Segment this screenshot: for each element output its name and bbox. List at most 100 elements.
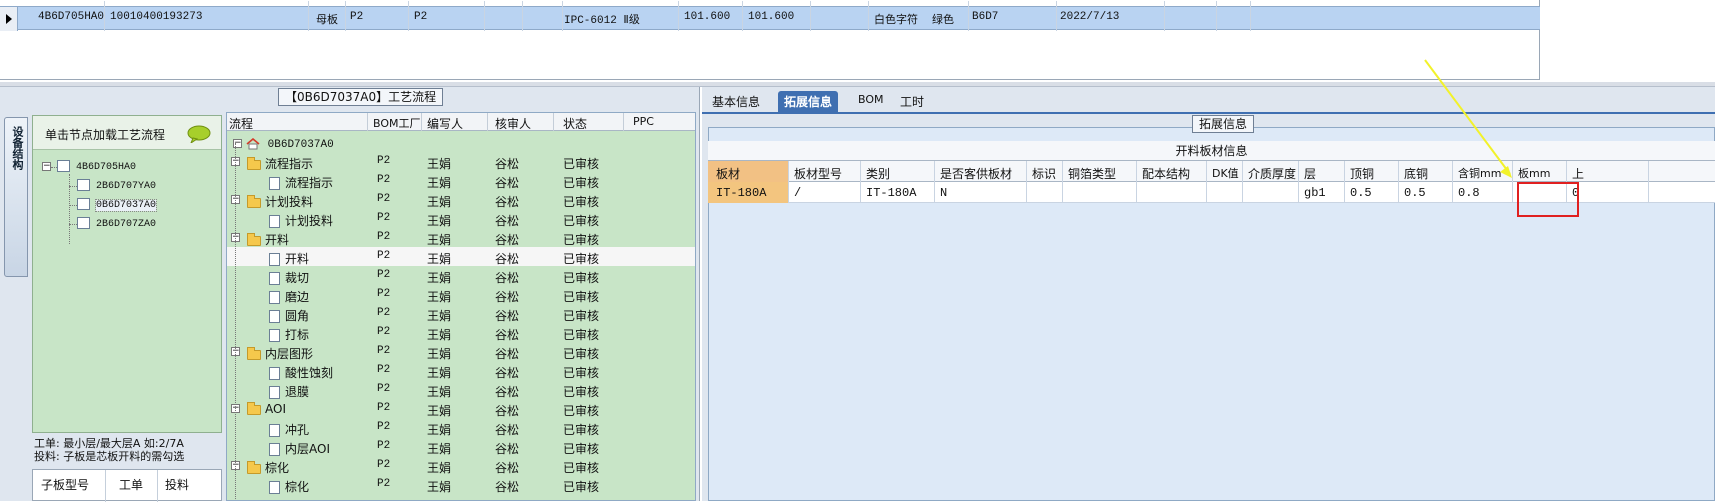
tab-bom[interactable]: BOM — [852, 91, 890, 113]
status-value: 已审核 — [563, 366, 600, 380]
material-info-caption: 开料板材信息 — [708, 141, 1715, 161]
note-line: 投料: 子板是芯板开料的需勾选 — [34, 450, 185, 463]
cell-date[interactable]: 2022/7/13 — [1060, 11, 1119, 27]
process-name: 退膜 — [269, 383, 309, 400]
cell-mask-color[interactable]: 绿色 — [932, 11, 954, 27]
tree-node-root[interactable]: 4B6D705HA0 — [57, 160, 136, 173]
process-name: 打标 — [269, 326, 309, 343]
status-value: 已审核 — [563, 195, 600, 209]
tree-collapse-icon[interactable]: − — [42, 162, 51, 171]
cell-code[interactable]: 10010400193273 — [110, 11, 202, 27]
cell-character-color[interactable]: 白色字符 — [874, 11, 918, 27]
cell-board-type[interactable]: 母板 — [316, 11, 338, 27]
reviewer-value: 谷松 — [495, 442, 520, 456]
tab-feeding[interactable]: 投料 — [165, 476, 189, 493]
process-name: − 内层图形 — [231, 346, 314, 361]
reviewer-value: 谷松 — [495, 347, 520, 361]
bom-factory-value: P2 — [377, 269, 391, 281]
status-value: 已审核 — [563, 328, 600, 342]
process-row[interactable]: 开料 P2 王娟 谷松 已审核 — [227, 247, 695, 266]
process-root-row[interactable]: − 0B6D7037A0 — [227, 133, 695, 152]
writer-value: 王娟 — [427, 442, 452, 456]
process-row[interactable]: 冲孔 P2 王娟 谷松 已审核 — [227, 418, 695, 437]
document-icon — [269, 367, 280, 380]
side-tab-structure[interactable]: 设备结构 — [4, 117, 28, 277]
cell-part-no[interactable]: 4B6D705HA0 — [38, 11, 104, 27]
process-row[interactable]: 内层AOI P2 王娟 谷松 已审核 — [227, 437, 695, 456]
process-flow-panel: 【0B6D7037A0】工艺流程 设备结构 单击节点加载工艺流程 − 4B6D7… — [0, 87, 700, 502]
bom-factory-value: P2 — [377, 383, 391, 395]
process-row[interactable]: 圆角 P2 王娟 谷松 已审核 — [227, 304, 695, 323]
col-flow[interactable]: 流程 — [229, 115, 253, 132]
document-icon — [269, 310, 280, 323]
cell-standard[interactable]: IPC-6012 Ⅱ级 — [564, 11, 640, 27]
col-ppc[interactable]: PPC — [633, 115, 654, 128]
root-node[interactable]: − 0B6D7037A0 — [233, 136, 334, 151]
folder-icon — [247, 232, 261, 246]
process-row[interactable]: − AOI P2 王娟 谷松 已审核 — [227, 399, 695, 418]
col-reviewer[interactable]: 核审人 — [495, 115, 531, 132]
document-icon — [269, 215, 280, 228]
detail-panel: 基本信息 拓展信息 BOM 工时 拓展信息 开料板材信息 板材 板材型号 类别 … — [702, 87, 1715, 501]
writer-value: 王娟 — [427, 271, 452, 285]
status-value: 已审核 — [563, 290, 600, 304]
cell-factory[interactable]: P2 — [350, 11, 363, 27]
process-name: 磨边 — [269, 288, 309, 305]
process-row[interactable]: − 内层图形 P2 王娟 谷松 已审核 — [227, 342, 695, 361]
cell-width[interactable]: 101.600 — [748, 11, 794, 27]
process-row[interactable]: − 流程指示 P2 王娟 谷松 已审核 — [227, 152, 695, 171]
writer-value: 王娟 — [427, 366, 452, 380]
status-value: 已审核 — [563, 214, 600, 228]
process-row[interactable]: 流程指示 P2 王娟 谷松 已审核 — [227, 171, 695, 191]
cell-bom[interactable]: P2 — [414, 11, 427, 27]
process-row[interactable]: − 开料 P2 王娟 谷松 已审核 — [227, 228, 695, 247]
cell-short-code[interactable]: B6D7 — [972, 11, 998, 27]
top-grid-selected-row[interactable]: 4B6D705HA0 10010400193273 母板 P2 P2 IPC-6… — [0, 1, 1540, 31]
speech-bubble-icon — [187, 125, 211, 143]
process-row[interactable]: − 计划投料 P2 王娟 谷松 已审核 — [227, 190, 695, 209]
col-status[interactable]: 状态 — [563, 115, 587, 132]
writer-value: 王娟 — [427, 157, 452, 171]
process-row[interactable]: 打标 P2 王娟 谷松 已审核 — [227, 323, 695, 343]
tab-working-hours[interactable]: 工时 — [894, 91, 930, 113]
tab-extended-info[interactable]: 拓展信息 — [778, 91, 839, 113]
process-row[interactable]: 酸性蚀刻 P2 王娟 谷松 已审核 — [227, 361, 695, 380]
tab-work-order[interactable]: 工单 — [119, 476, 143, 493]
folder-icon — [247, 460, 261, 474]
tree-hint-text: 单击节点加载工艺流程 — [45, 128, 166, 142]
reviewer-value: 谷松 — [495, 328, 520, 342]
usage-note: 工单: 最小层/最大层A 如:2/7A 投料: 子板是芯板开料的需勾选 — [34, 437, 222, 463]
tree-node-selected[interactable]: 0B6D7037A0 — [77, 198, 158, 212]
status-value: 已审核 — [563, 347, 600, 361]
process-grid-header: 流程 BOM工厂 编写人 核审人 状态 PPC — [227, 113, 695, 132]
process-row[interactable]: 磨边 P2 王娟 谷松 已审核 — [227, 285, 695, 305]
row-selector-icon[interactable] — [0, 7, 18, 31]
col-writer[interactable]: 编写人 — [427, 115, 463, 132]
process-name: − AOI — [231, 401, 286, 416]
tree-node-child[interactable]: 2B6D707YA0 — [77, 179, 156, 192]
reviewer-value: 谷松 — [495, 157, 520, 171]
status-value: 已审核 — [563, 252, 600, 266]
process-row[interactable]: 计划投料 P2 王娟 谷松 已审核 — [227, 209, 695, 228]
cell-length[interactable]: 101.600 — [684, 11, 730, 27]
writer-value: 王娟 — [427, 404, 452, 418]
tree-node-child[interactable]: 2B6D707ZA0 — [77, 217, 156, 230]
bom-factory-value: P2 — [377, 288, 391, 300]
board-tree: 单击节点加载工艺流程 − 4B6D705HA0 2B6D707YA0 0B6D7… — [32, 115, 222, 433]
tab-subboard-model[interactable]: 子板型号 — [41, 476, 89, 493]
document-icon — [269, 481, 280, 494]
process-row[interactable]: 退膜 P2 王娟 谷松 已审核 — [227, 380, 695, 400]
status-value: 已审核 — [563, 461, 600, 475]
bom-factory-value: P2 — [377, 459, 391, 471]
writer-value: 王娟 — [427, 233, 452, 247]
process-row[interactable]: − 棕化 P2 王娟 谷松 已审核 — [227, 456, 695, 475]
col-bom-factory[interactable]: BOM工厂 — [373, 115, 421, 131]
folder-icon — [247, 194, 261, 208]
home-icon — [246, 137, 260, 149]
bom-factory-value: P2 — [377, 193, 391, 205]
process-row[interactable]: 棕化 P2 王娟 谷松 已审核 — [227, 475, 695, 494]
process-name: 流程指示 — [269, 174, 333, 191]
process-row[interactable]: 裁切 P2 王娟 谷松 已审核 — [227, 266, 695, 285]
bom-factory-value: P2 — [377, 174, 391, 186]
tab-basic-info[interactable]: 基本信息 — [706, 91, 766, 113]
